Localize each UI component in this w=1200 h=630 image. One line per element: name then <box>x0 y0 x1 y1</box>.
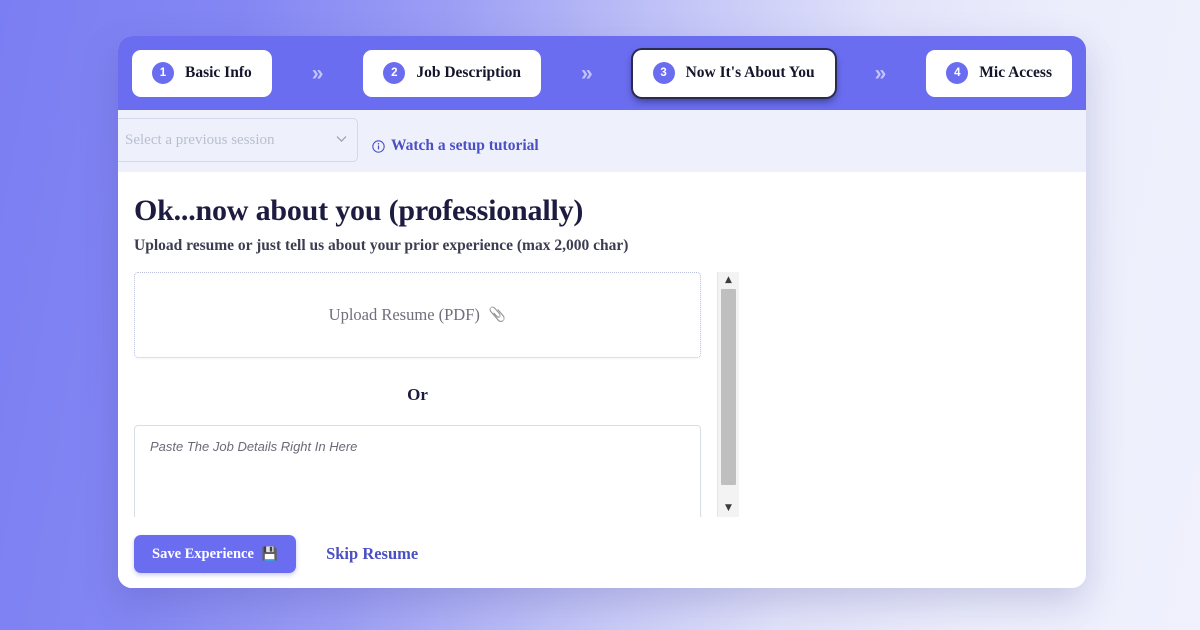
page-subtitle: Upload resume or just tell us about your… <box>134 237 629 254</box>
save-experience-button[interactable]: Save Experience 💾 <box>134 535 297 573</box>
step-number-badge: 4 <box>946 62 969 84</box>
step-number-badge: 1 <box>152 62 174 84</box>
or-separator-label: Or <box>407 385 428 404</box>
chevron-down-icon <box>336 132 347 146</box>
step-separator-icon: » <box>874 61 887 85</box>
scrollbar-thumb[interactable] <box>721 289 736 485</box>
watch-setup-tutorial-link[interactable]: Watch a setup tutorial <box>372 137 539 155</box>
step-label: Mic Access <box>979 64 1052 81</box>
scroll-up-arrow-icon[interactable]: ▲ <box>718 272 739 289</box>
step-separator-icon: » <box>580 61 593 85</box>
skip-resume-link[interactable]: Skip Resume <box>326 544 418 564</box>
job-details-textarea[interactable] <box>134 425 701 517</box>
wizard-stepper: 1 Basic Info » 2 Job Description » 3 Now… <box>118 36 1086 110</box>
scroll-down-arrow-icon[interactable]: ▼ <box>718 500 739 517</box>
upload-resume-dropzone[interactable]: Upload Resume (PDF) 📎 <box>134 272 701 358</box>
step-number-badge: 3 <box>652 62 675 84</box>
watch-setup-tutorial-label: Watch a setup tutorial <box>391 137 539 154</box>
step-separator-icon: » <box>311 61 324 85</box>
setup-wizard-card: 1 Basic Info » 2 Job Description » 3 Now… <box>118 36 1086 588</box>
scrollbar-track[interactable] <box>718 289 739 500</box>
step-label: Now It's About You <box>685 64 815 81</box>
step-number-badge: 2 <box>383 62 406 84</box>
previous-session-select[interactable]: Select a previous session <box>118 118 358 162</box>
floppy-disk-icon: 💾 <box>261 546 279 562</box>
session-toolbar: Select a previous session Watch a setup … <box>118 110 1086 172</box>
form-scroll-content: Upload Resume (PDF) 📎 Or <box>134 272 717 517</box>
upload-resume-label: Upload Resume (PDF) <box>328 305 480 324</box>
previous-session-select-value: Select a previous session <box>125 131 275 148</box>
step-job-description[interactable]: 2 Job Description <box>363 49 541 97</box>
paperclip-icon: 📎 <box>488 307 507 323</box>
page-title: Ok...now about you (professionally) <box>134 194 584 227</box>
step-label: Job Description <box>416 64 521 81</box>
info-circle-icon <box>372 139 385 153</box>
step-label: Basic Info <box>185 64 252 81</box>
save-experience-label: Save Experience <box>152 545 254 562</box>
experience-form: Ok...now about you (professionally) Uplo… <box>118 172 1086 588</box>
form-actions: Save Experience 💾 Skip Resume <box>134 535 1086 573</box>
form-scroll-region: Upload Resume (PDF) 📎 Or ▲ ▼ <box>134 272 739 517</box>
step-mic-access[interactable]: 4 Mic Access <box>926 49 1072 97</box>
step-now-its-about-you[interactable]: 3 Now It's About You <box>632 49 835 97</box>
form-scrollbar[interactable]: ▲ ▼ <box>717 272 739 517</box>
step-basic-info[interactable]: 1 Basic Info <box>132 49 272 97</box>
